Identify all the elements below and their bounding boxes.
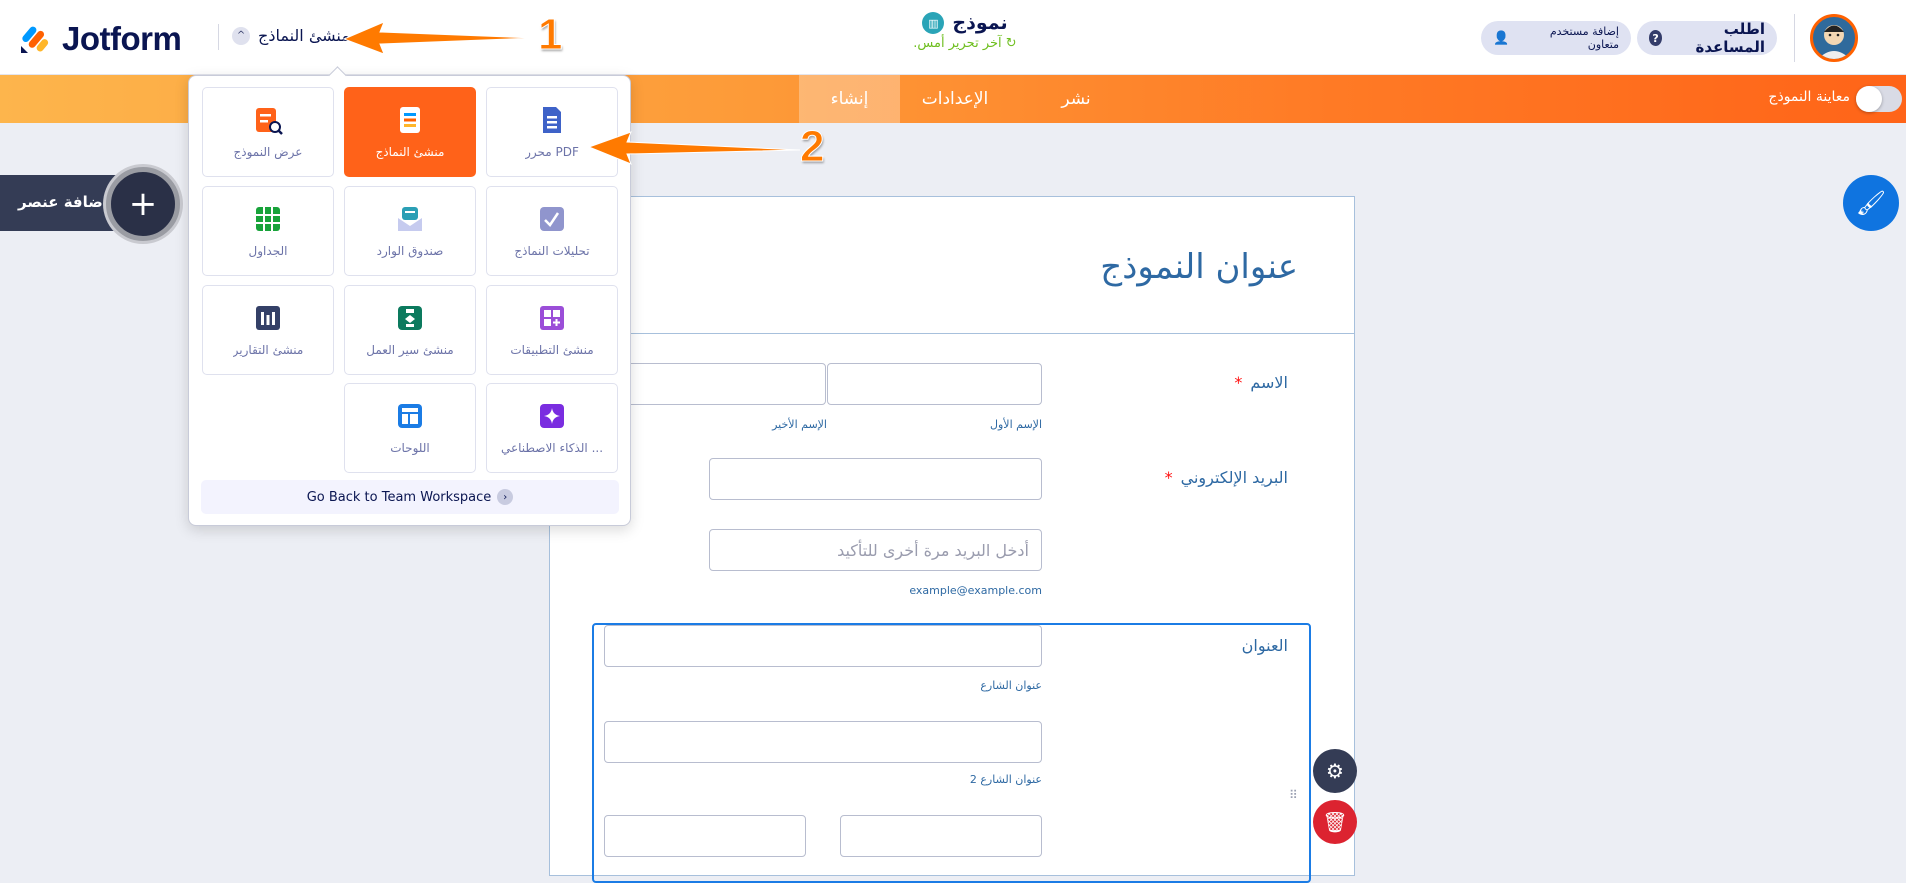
annotation-arrow-1: [342, 21, 536, 55]
tables-icon: [256, 207, 280, 231]
required-asterisk: *: [1164, 468, 1173, 487]
product-tile-label: منشئ النماذج: [375, 145, 445, 159]
question-icon: ?: [1649, 30, 1663, 46]
first-name-sublabel: الإسم الأول: [990, 418, 1042, 431]
street2-input[interactable]: [604, 721, 1042, 763]
product-tile[interactable]: الجداول: [202, 186, 334, 276]
annotation-arrow-2: [587, 131, 801, 165]
inbox-icon: [398, 207, 422, 231]
product-tile-label: الجداول: [248, 244, 288, 258]
product-tile[interactable]: عرض النموذج: [202, 87, 334, 177]
last-name-input[interactable]: [604, 363, 826, 405]
product-tile-label: ... الذكاء الاصطناعي: [500, 441, 604, 455]
name-label: الاسم *: [1234, 373, 1288, 392]
product-tile-label: تحليلات النماذج: [514, 244, 590, 258]
reports-icon: [256, 306, 280, 330]
chevron-up-icon: ^: [232, 26, 250, 45]
pdf-icon: [543, 107, 561, 133]
add-user-icon: 👤: [1493, 30, 1510, 46]
jotform-logo-icon: [21, 26, 49, 53]
workflow-icon: [398, 306, 422, 330]
street-sublabel: عنوان الشارع: [980, 679, 1042, 692]
last-edited-status: ↻ آخر تحرير أمس.: [880, 36, 1050, 51]
product-switcher-label: منشئ النماذج: [258, 26, 350, 45]
chevron-right-icon: ›: [497, 489, 514, 505]
user-avatar[interactable]: [1810, 14, 1858, 62]
help-label: اطلب المساعدة: [1695, 20, 1766, 56]
product-tile[interactable]: منشئ التطبيقات: [486, 285, 618, 375]
tab-build[interactable]: إنشاء: [799, 75, 900, 123]
refresh-icon: ↻: [1005, 36, 1017, 51]
annotation-number-1: 1: [537, 10, 563, 60]
annotation-number-2: 2: [799, 122, 825, 172]
product-tile[interactable]: ... الذكاء الاصطناعي: [486, 383, 618, 473]
product-tile-label: منشئ التطبيقات: [510, 343, 594, 357]
product-switcher[interactable]: منشئ النماذج ^: [232, 26, 350, 45]
address-label: العنوان: [1241, 636, 1288, 655]
email-example-sublabel: example@example.com: [909, 584, 1042, 597]
product-tile[interactable]: منشئ سير العمل: [344, 285, 476, 375]
product-tile[interactable]: اللوحات: [344, 383, 476, 473]
go-back-workspace-button[interactable]: Go Back to Team Workspace ›: [201, 480, 619, 514]
city-input[interactable]: [840, 815, 1042, 857]
state-input[interactable]: [604, 815, 806, 857]
collab-label: إضافة مستخدم متعاون: [1549, 25, 1619, 51]
ai-icon: [540, 404, 564, 428]
avatar-image: [1818, 25, 1850, 59]
product-tile-label: اللوحات: [390, 441, 430, 455]
form-name[interactable]: نموذج ▥: [880, 12, 1050, 34]
help-button[interactable]: اطلب المساعدة ?: [1637, 20, 1777, 56]
add-element-label: إضافة عنصر: [18, 193, 108, 211]
divider: [550, 333, 1354, 334]
product-tile[interactable]: تحليلات النماذج: [486, 186, 618, 276]
bank-icon: ▥: [922, 12, 945, 34]
email-input[interactable]: [709, 458, 1042, 500]
product-tile[interactable]: صندوق الوارد: [344, 186, 476, 276]
email-label-text: البريد الإلكتروني: [1180, 468, 1288, 487]
product-tile[interactable]: منشئ التقارير: [202, 285, 334, 375]
analytics-icon: [540, 207, 564, 231]
add-collaborator-button[interactable]: إضافة مستخدم متعاون 👤: [1481, 21, 1631, 55]
go-back-label: Go Back to Team Workspace: [306, 489, 492, 505]
form-heading[interactable]: عنوان النموذج: [1100, 247, 1298, 287]
form-title-area: نموذج ▥ ↻ آخر تحرير أمس.: [880, 12, 1050, 51]
preview-form-label: معاينة النموذج: [1768, 89, 1850, 105]
toggle-knob: [1856, 86, 1882, 112]
name-label-text: الاسم: [1250, 373, 1288, 392]
boards-icon: [398, 404, 422, 428]
product-tile-label: منشئ التقارير: [232, 343, 304, 357]
preview-form-toggle[interactable]: [1856, 86, 1902, 112]
tab-settings[interactable]: الإعدادات: [905, 75, 1005, 123]
product-switcher-dropdown: PDF محرر منشئ النماذج عرض النموذج تحليلات ا…: [188, 75, 631, 526]
email-label: البريد الإلكتروني *: [1165, 468, 1288, 487]
last-name-sublabel: الإسم الأخير: [772, 418, 827, 431]
jotform-logo[interactable]: Jotform: [20, 20, 182, 58]
product-tile[interactable]: منشئ النماذج: [344, 87, 476, 177]
product-tile-label: منشئ سير العمل: [366, 343, 454, 357]
tab-publish[interactable]: نشر: [1040, 75, 1112, 123]
top-header: Jotform منشئ النماذج ^ نموذج ▥ ↻ آخر تحري…: [0, 0, 1906, 75]
first-name-input[interactable]: [827, 363, 1042, 405]
field-settings-gear-icon[interactable]: ⚙: [1313, 749, 1357, 793]
product-tile-label: صندوق الوارد: [376, 244, 444, 258]
delete-field-trash-icon[interactable]: 🗑: [1313, 800, 1357, 844]
form-view-icon: [256, 108, 283, 135]
logo-text: Jotform: [62, 20, 182, 57]
required-asterisk: *: [1234, 373, 1243, 392]
email-confirm-placeholder: أدخل البريد مرة أخرى للتأكيد: [837, 540, 1029, 560]
street2-sublabel: عنوان الشارع 2: [969, 773, 1042, 786]
divider: [1794, 14, 1795, 62]
email-confirm-input[interactable]: أدخل البريد مرة أخرى للتأكيد: [709, 529, 1042, 571]
apps-icon: [540, 306, 564, 330]
form-designer-paint-icon[interactable]: 🖌: [1843, 175, 1899, 231]
street-input[interactable]: [604, 625, 1042, 667]
form-builder-icon: [400, 107, 420, 133]
divider: [218, 24, 219, 50]
last-edited-text: آخر تحرير أمس.: [913, 36, 1002, 51]
product-tile-label: PDF محرر: [525, 145, 579, 159]
drag-handle-icon[interactable]: ⠿: [1289, 789, 1301, 801]
form-name-text: نموذج: [952, 12, 1008, 34]
plus-icon[interactable]: +: [106, 167, 180, 241]
product-tile-label: عرض النموذج: [233, 145, 303, 159]
